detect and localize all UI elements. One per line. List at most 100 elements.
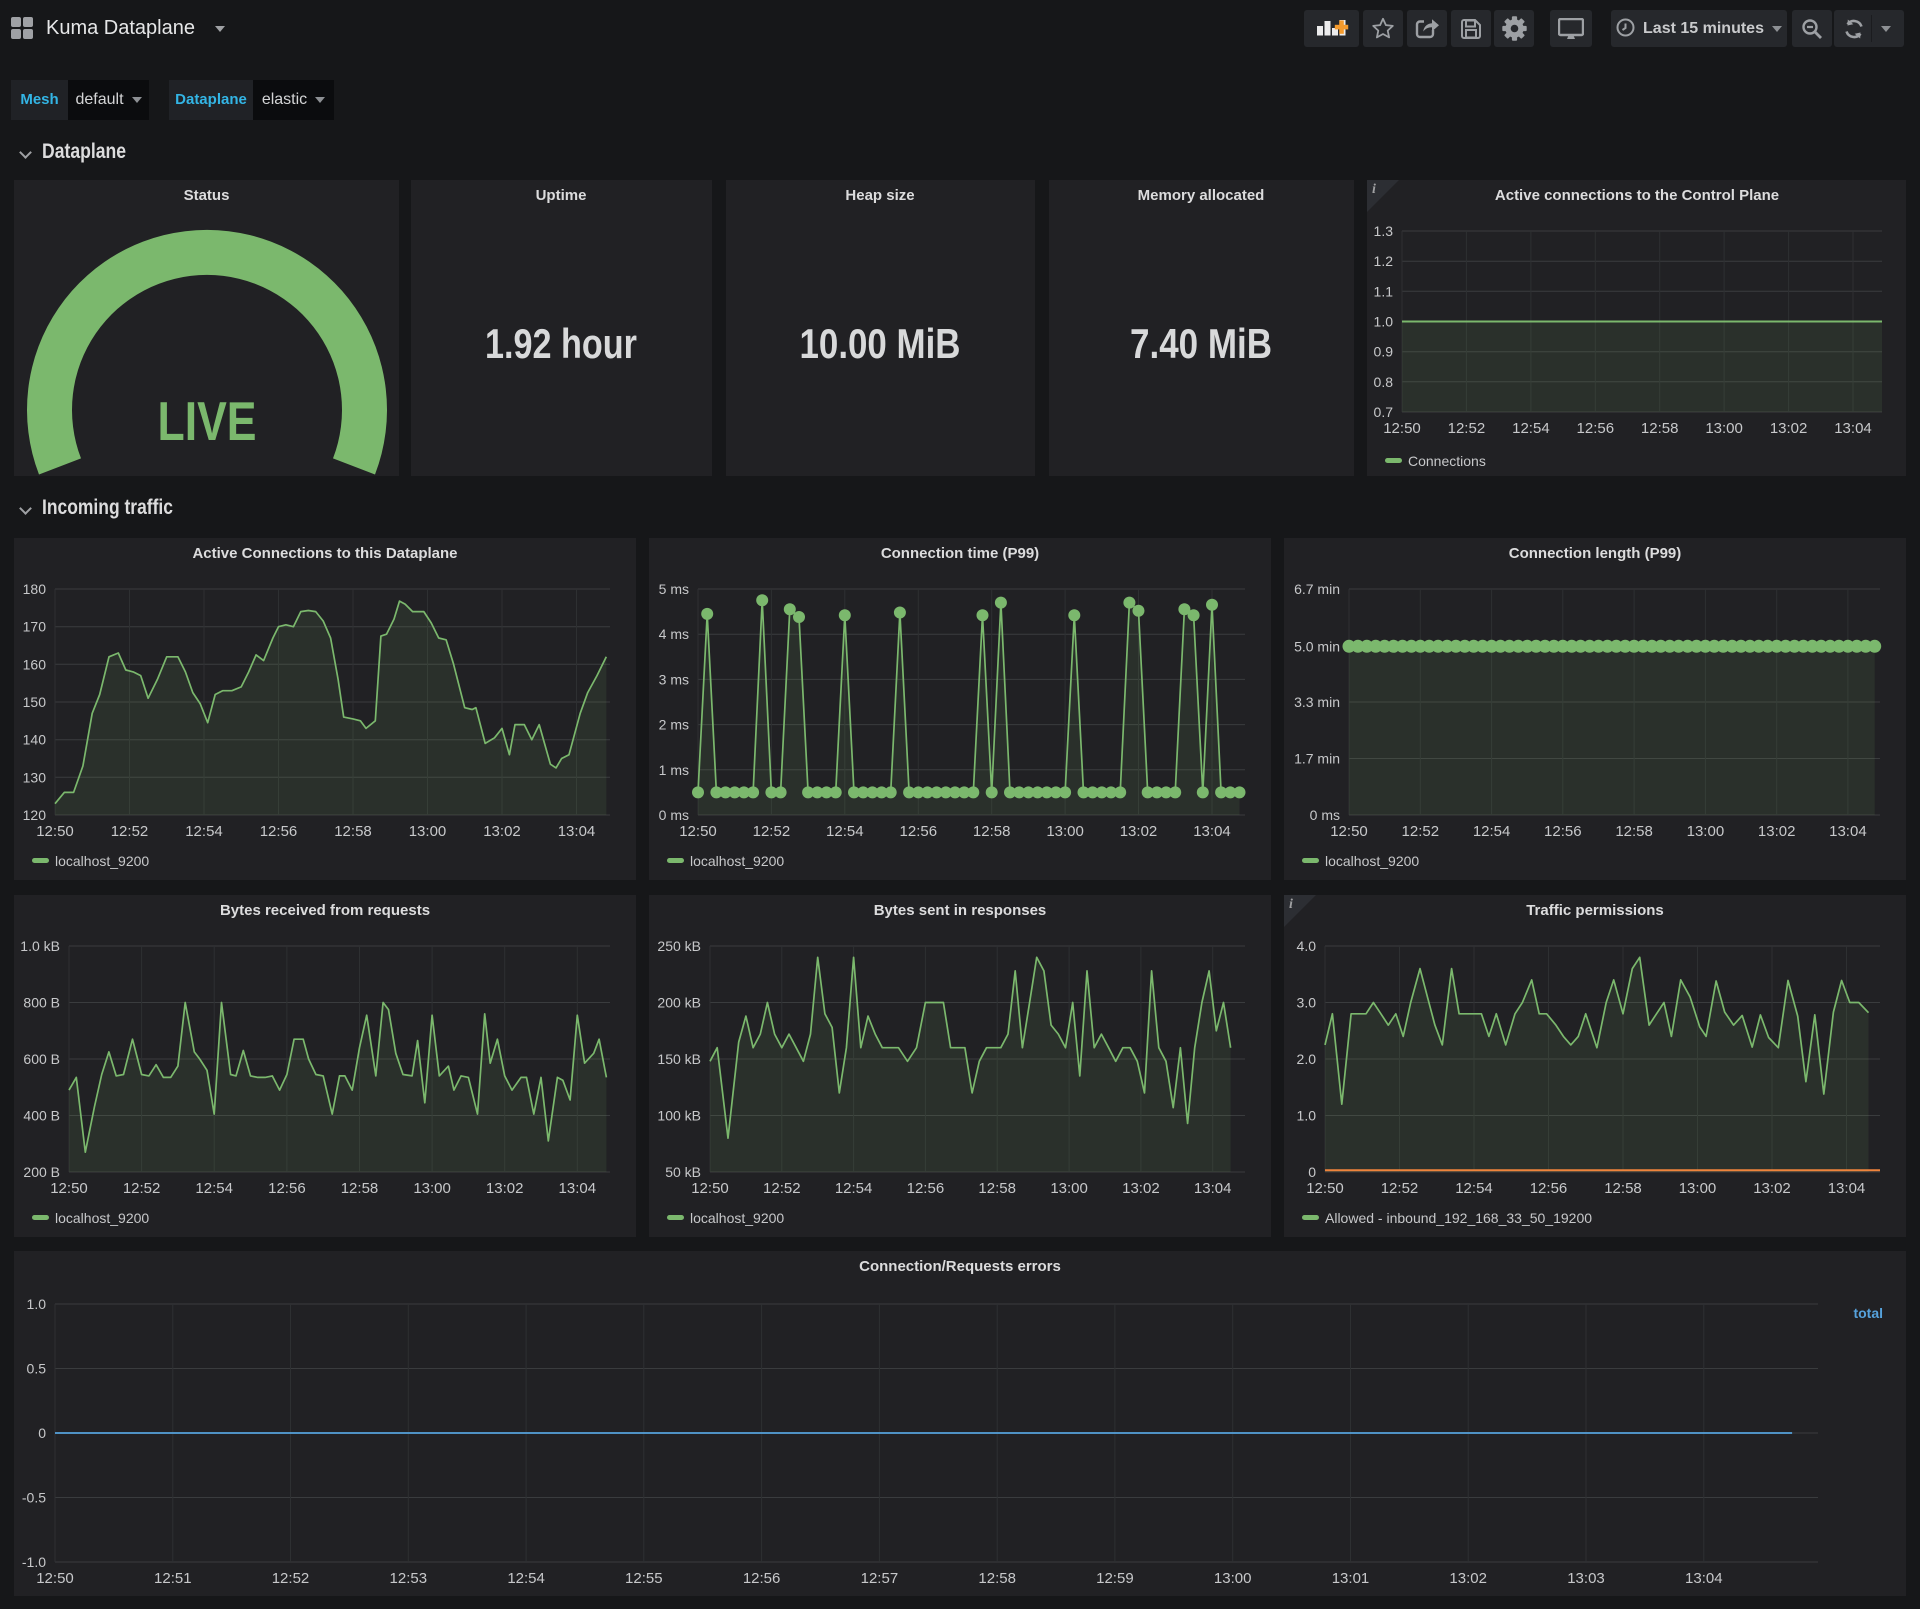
svg-text:12:58: 12:58 [973, 823, 1011, 840]
svg-text:13:01: 13:01 [1332, 1570, 1370, 1587]
svg-text:Connections: Connections [1408, 453, 1486, 469]
svg-text:3.3 min: 3.3 min [1294, 694, 1340, 710]
svg-text:Connection time (P99): Connection time (P99) [881, 545, 1039, 562]
svg-text:160: 160 [23, 656, 47, 672]
svg-text:250 kB: 250 kB [657, 938, 701, 954]
svg-text:180: 180 [23, 581, 47, 597]
svg-text:Connection length (P99): Connection length (P99) [1509, 545, 1682, 562]
svg-text:13:04: 13:04 [1828, 1180, 1866, 1197]
svg-text:400 B: 400 B [23, 1108, 60, 1124]
svg-text:13:04: 13:04 [558, 823, 596, 840]
svg-text:Uptime: Uptime [536, 187, 587, 204]
svg-text:12:58: 12:58 [1615, 823, 1653, 840]
svg-text:12:54: 12:54 [835, 1180, 873, 1197]
svg-text:13:02: 13:02 [1758, 823, 1796, 840]
svg-text:13:02: 13:02 [486, 1180, 524, 1197]
svg-text:13:00: 13:00 [1050, 1180, 1088, 1197]
svg-text:-0.5: -0.5 [22, 1490, 46, 1506]
svg-text:13:02: 13:02 [1120, 823, 1158, 840]
svg-text:150: 150 [23, 694, 47, 710]
svg-text:12:52: 12:52 [123, 1180, 161, 1197]
svg-text:1.7 min: 1.7 min [1294, 751, 1340, 767]
svg-text:13:04: 13:04 [1193, 823, 1231, 840]
svg-text:0.5: 0.5 [27, 1361, 47, 1377]
svg-text:0: 0 [1308, 1164, 1316, 1180]
svg-text:12:55: 12:55 [625, 1570, 663, 1587]
svg-text:12:58: 12:58 [978, 1180, 1016, 1197]
svg-text:0 ms: 0 ms [659, 807, 689, 823]
svg-text:12:58: 12:58 [1604, 1180, 1642, 1197]
svg-text:LIVE: LIVE [158, 390, 257, 452]
svg-text:1.3: 1.3 [1374, 223, 1394, 239]
svg-text:13:02: 13:02 [1449, 1570, 1487, 1587]
svg-text:0.9: 0.9 [1374, 344, 1394, 360]
svg-text:localhost_9200: localhost_9200 [690, 853, 784, 869]
svg-text:100 kB: 100 kB [657, 1108, 701, 1124]
svg-text:12:50: 12:50 [1330, 823, 1368, 840]
svg-text:1.0 kB: 1.0 kB [20, 938, 60, 954]
svg-text:13:04: 13:04 [1194, 1180, 1232, 1197]
svg-text:12:52: 12:52 [763, 1180, 801, 1197]
svg-text:13:00: 13:00 [1214, 1570, 1252, 1587]
svg-text:12:58: 12:58 [978, 1570, 1016, 1587]
svg-text:13:02: 13:02 [483, 823, 521, 840]
svg-text:12:56: 12:56 [1577, 420, 1615, 437]
svg-text:Bytes sent in responses: Bytes sent in responses [874, 902, 1047, 919]
svg-text:Incoming traffic: Incoming traffic [42, 496, 173, 519]
svg-text:12:52: 12:52 [1381, 1180, 1419, 1197]
svg-text:total: total [1853, 1305, 1883, 1321]
svg-text:12:50: 12:50 [36, 823, 74, 840]
svg-text:Allowed - inbound_192_168_33_5: Allowed - inbound_192_168_33_50_19200 [1325, 1210, 1592, 1226]
svg-text:6.7 min: 6.7 min [1294, 581, 1340, 597]
svg-text:localhost_9200: localhost_9200 [55, 1210, 149, 1226]
svg-text:1.0: 1.0 [1374, 314, 1394, 330]
svg-text:12:50: 12:50 [50, 1180, 88, 1197]
svg-text:800 B: 800 B [23, 995, 60, 1011]
svg-text:12:58: 12:58 [334, 823, 372, 840]
svg-text:Traffic permissions: Traffic permissions [1526, 902, 1664, 919]
svg-text:13:00: 13:00 [1046, 823, 1084, 840]
svg-text:170: 170 [23, 619, 47, 635]
svg-text:13:04: 13:04 [1685, 1570, 1723, 1587]
svg-text:7.40 MiB: 7.40 MiB [1130, 320, 1272, 367]
svg-text:12:53: 12:53 [390, 1570, 428, 1587]
svg-text:12:56: 12:56 [900, 823, 938, 840]
svg-text:0.8: 0.8 [1374, 374, 1394, 390]
svg-text:localhost_9200: localhost_9200 [55, 853, 149, 869]
svg-text:1.2: 1.2 [1374, 253, 1394, 269]
svg-text:Dataplane: Dataplane [42, 140, 126, 163]
svg-text:12:50: 12:50 [679, 823, 717, 840]
svg-text:2 ms: 2 ms [659, 717, 689, 733]
svg-text:12:51: 12:51 [154, 1570, 192, 1587]
svg-text:2.0: 2.0 [1297, 1051, 1317, 1067]
svg-text:13:04: 13:04 [1834, 420, 1872, 437]
svg-text:12:54: 12:54 [826, 823, 864, 840]
svg-text:Connection/Requests errors: Connection/Requests errors [859, 1258, 1061, 1275]
svg-text:1 ms: 1 ms [659, 762, 689, 778]
svg-text:150 kB: 150 kB [657, 1051, 701, 1067]
svg-text:12:54: 12:54 [1455, 1180, 1493, 1197]
svg-text:Memory allocated: Memory allocated [1138, 187, 1265, 204]
svg-text:Heap size: Heap size [845, 187, 914, 204]
svg-text:1.1: 1.1 [1374, 283, 1394, 299]
svg-text:50 kB: 50 kB [665, 1164, 701, 1180]
svg-text:12:56: 12:56 [268, 1180, 306, 1197]
svg-text:12:56: 12:56 [907, 1180, 945, 1197]
svg-text:Bytes received from requests: Bytes received from requests [220, 902, 430, 919]
svg-text:localhost_9200: localhost_9200 [690, 1210, 784, 1226]
svg-text:3 ms: 3 ms [659, 671, 689, 687]
svg-text:12:54: 12:54 [1473, 823, 1511, 840]
svg-text:600 B: 600 B [23, 1051, 60, 1067]
svg-text:12:54: 12:54 [1512, 420, 1550, 437]
svg-text:12:50: 12:50 [1306, 1180, 1344, 1197]
svg-text:localhost_9200: localhost_9200 [1325, 853, 1419, 869]
svg-text:12:52: 12:52 [1402, 823, 1440, 840]
svg-text:10.00 MiB: 10.00 MiB [800, 320, 961, 367]
svg-text:12:54: 12:54 [195, 1180, 233, 1197]
svg-text:Active Connections to this Dat: Active Connections to this Dataplane [192, 545, 457, 562]
svg-text:12:50: 12:50 [691, 1180, 729, 1197]
svg-text:0.7: 0.7 [1374, 404, 1394, 420]
svg-text:12:52: 12:52 [753, 823, 791, 840]
svg-text:140: 140 [23, 732, 47, 748]
svg-text:12:58: 12:58 [1641, 420, 1679, 437]
